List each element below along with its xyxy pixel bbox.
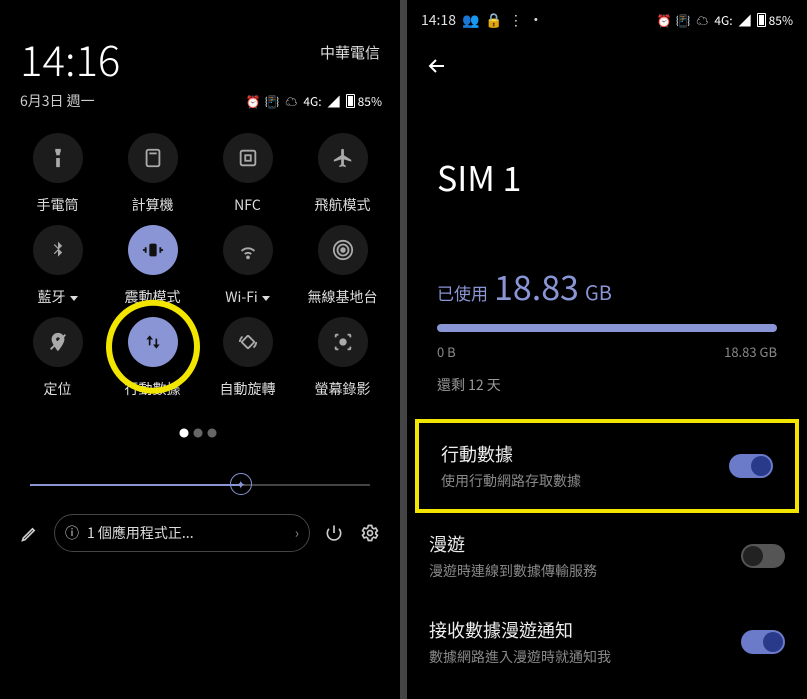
highlight-box: 行動數據使用行動網路存取數據 (415, 419, 799, 513)
notification-text: 1 個應用程式正... (87, 523, 194, 543)
tile-label: 飛航模式 (315, 195, 371, 215)
setting-row[interactable]: 行動數據使用行動網路存取數據 (419, 423, 795, 509)
chevron-right-icon: › (295, 523, 299, 543)
tile-bluetooth[interactable]: 藍牙 (12, 225, 103, 307)
quick-settings-screen: 14:16 6月3日 週一 ⏰ 📳 ☁ 4G: ◢ 85% 中華電信 手電筒計算… (0, 0, 400, 699)
battery-icon (757, 13, 766, 27)
usage-unit: GB (585, 277, 612, 306)
tile-label: Wi-Fi (225, 287, 270, 307)
location-icon (33, 317, 83, 367)
vowifi-icon: ☁ (284, 94, 298, 108)
tile-label: 自動旋轉 (220, 379, 276, 399)
usage-section: 已使用 18.83 GB 0 B 18.83 GB 還剩 12 天 (407, 201, 807, 395)
power-icon[interactable] (322, 521, 346, 545)
screenrec-icon (318, 317, 368, 367)
hotspot-icon (318, 225, 368, 275)
toggle[interactable] (729, 454, 773, 478)
tile-label: 螢幕錄影 (315, 379, 371, 399)
tile-nfc[interactable]: NFC (202, 133, 293, 215)
usage-value: 18.83 (494, 261, 579, 310)
signal-icon: ◢ (327, 94, 341, 108)
more-icon: ⋮ (509, 10, 523, 30)
usage-prefix: 已使用 (437, 280, 488, 305)
airplane-icon (318, 133, 368, 183)
nfc-icon (223, 133, 273, 183)
status-time: 14:18 (421, 10, 456, 30)
info-icon: ⓘ (65, 523, 79, 543)
teams-icon: 👥 (462, 10, 479, 30)
wifi-icon (223, 225, 273, 275)
usage-bar[interactable] (437, 324, 777, 332)
page-indicator[interactable]: ●●● (0, 425, 400, 440)
setting-title: 接收數據漫遊通知 (429, 617, 727, 643)
setting-subtitle: 數據網路進入漫遊時就通知我 (429, 647, 727, 667)
setting-title: 行動數據 (441, 441, 715, 467)
lock-icon: 🔒 (485, 10, 502, 30)
setting-subtitle: 漫遊時連線到數據傳輸服務 (429, 561, 727, 581)
network-badge: 4G: (303, 93, 321, 110)
tile-rotate[interactable]: 自動旋轉 (202, 317, 293, 399)
tile-mobiledata[interactable]: 行動數據 (107, 317, 198, 399)
toggle[interactable] (741, 544, 785, 568)
tile-label: 計算機 (132, 195, 174, 215)
settings-icon[interactable] (358, 521, 382, 545)
signal-icon: ◢ (738, 13, 752, 27)
tile-label: 手電筒 (37, 195, 79, 215)
usage-max: 18.83 GB (724, 342, 777, 361)
mobiledata-icon (128, 317, 178, 367)
network-badge: 4G: (714, 12, 732, 29)
quick-tiles-grid: 手電筒 計算機 NFC 飛航模式藍牙 震動模式 Wi-Fi 無線基地台定位 行動數據 自動旋轉 螢… (0, 111, 400, 399)
tile-label: NFC (234, 195, 261, 215)
tile-wifi[interactable]: Wi-Fi (202, 225, 293, 307)
tile-label: 定位 (44, 379, 72, 399)
notification-pill[interactable]: ⓘ 1 個應用程式正... › (54, 514, 310, 552)
edit-icon[interactable] (18, 521, 42, 545)
tile-vibrate[interactable]: 震動模式 (107, 225, 198, 307)
setting-subtitle: 使用行動網路存取數據 (441, 471, 715, 491)
flashlight-icon (33, 133, 83, 183)
tile-flashlight[interactable]: 手電筒 (12, 133, 103, 215)
toggle[interactable] (741, 630, 785, 654)
brightness-slider[interactable] (30, 472, 370, 496)
status-icons-left: ⏰ 📳 ☁ 4G: ◢ 85% (246, 93, 382, 110)
date: 6月3日 週一 (20, 91, 95, 111)
vibrate-icon: 📳 (676, 13, 690, 27)
tile-calculator[interactable]: 計算機 (107, 133, 198, 215)
status-bar: 14:18 👥 🔒 ⋮ • ⏰ 📳 ☁ 4G: ◢ 85% (407, 0, 807, 30)
tile-airplane[interactable]: 飛航模式 (297, 133, 388, 215)
tile-label: 無線基地台 (308, 287, 378, 307)
settings-list: 行動數據使用行動網路存取數據漫遊漫遊時連線到數據傳輸服務接收數據漫遊通知數據網路… (407, 419, 807, 685)
back-button[interactable] (407, 30, 807, 78)
vowifi-icon: ☁ (695, 13, 709, 27)
tile-screenrec[interactable]: 螢幕錄影 (297, 317, 388, 399)
setting-title: 漫遊 (429, 531, 727, 557)
rotate-icon (223, 317, 273, 367)
battery-icon (346, 94, 355, 108)
tile-label: 行動數據 (125, 379, 181, 399)
tile-label: 震動模式 (125, 287, 181, 307)
battery-percent: 85% (769, 12, 793, 29)
battery-percent: 85% (358, 93, 382, 110)
remaining-days: 還剩 12 天 (437, 375, 777, 395)
page-title: SIM 1 (407, 78, 807, 201)
setting-row[interactable]: 接收數據漫遊通知數據網路進入漫遊時就通知我 (407, 599, 807, 685)
carrier-label: 中華電信 (320, 42, 380, 63)
tile-location[interactable]: 定位 (12, 317, 103, 399)
bluetooth-icon (33, 225, 83, 275)
tile-hotspot[interactable]: 無線基地台 (297, 225, 388, 307)
setting-row[interactable]: 漫遊漫遊時連線到數據傳輸服務 (407, 513, 807, 599)
vibrate-icon: 📳 (265, 94, 279, 108)
alarm-icon: ⏰ (657, 13, 671, 27)
data-usage-screen: 14:18 👥 🔒 ⋮ • ⏰ 📳 ☁ 4G: ◢ 85% SIM 1 已使用 … (407, 0, 807, 699)
tile-label: 藍牙 (38, 287, 78, 307)
alarm-icon: ⏰ (246, 94, 260, 108)
dot-icon: • (529, 10, 543, 30)
usage-min: 0 B (437, 342, 456, 361)
vibrate-icon (128, 225, 178, 275)
calculator-icon (128, 133, 178, 183)
